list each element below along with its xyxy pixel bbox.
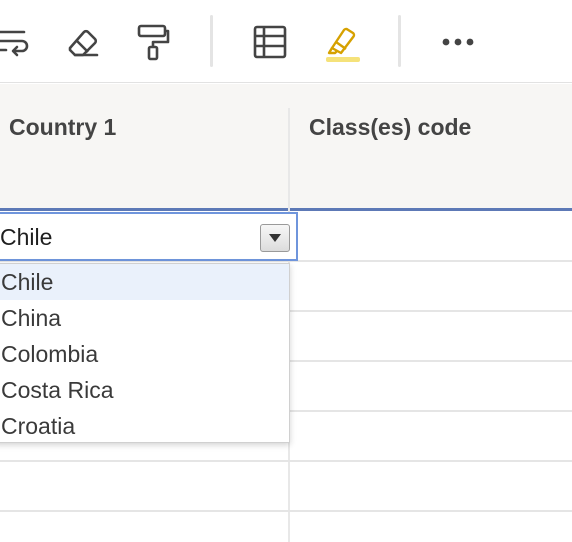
dropdown-option-croatia[interactable]: Croatia — [0, 408, 289, 444]
country-cell-editor[interactable]: Chile — [0, 212, 298, 261]
wrap-text-icon — [0, 30, 29, 57]
row-divider — [0, 460, 572, 462]
row-divider — [0, 510, 572, 512]
dropdown-option-costa-rica[interactable]: Costa Rica — [0, 372, 289, 408]
column-header-country-1[interactable]: Country 1 — [9, 114, 116, 141]
dropdown-option-chile[interactable]: Chile — [0, 264, 289, 300]
highlighter-icon — [326, 27, 360, 62]
column-header-class-code[interactable]: Class(es) code — [309, 114, 471, 141]
toolbar-separator — [210, 15, 213, 67]
format-painter-button[interactable] — [133, 22, 173, 62]
cell-value: Chile — [0, 224, 53, 250]
column-header-row — [0, 84, 572, 208]
paint-roller-icon — [137, 24, 170, 61]
header-bottom-border — [0, 208, 572, 211]
dropdown-option-colombia[interactable]: Colombia — [0, 336, 289, 372]
triangle-down-icon — [269, 234, 281, 242]
dropdown-option-china[interactable]: China — [0, 300, 289, 336]
wrap-text-button[interactable] — [0, 22, 34, 62]
eraser-icon — [68, 29, 99, 57]
toolbar-separator — [398, 15, 401, 67]
table-icon — [253, 25, 287, 59]
clear-format-button[interactable] — [62, 22, 102, 62]
dropdown-toggle-button[interactable] — [260, 224, 290, 252]
highlight-button[interactable] — [322, 22, 362, 62]
toolbar — [0, 0, 572, 83]
table-format-button[interactable] — [250, 22, 290, 62]
country-dropdown-list: Chile China Colombia Costa Rica Croatia — [0, 263, 290, 443]
more-options-button[interactable] — [438, 22, 478, 62]
more-icon — [442, 38, 474, 46]
